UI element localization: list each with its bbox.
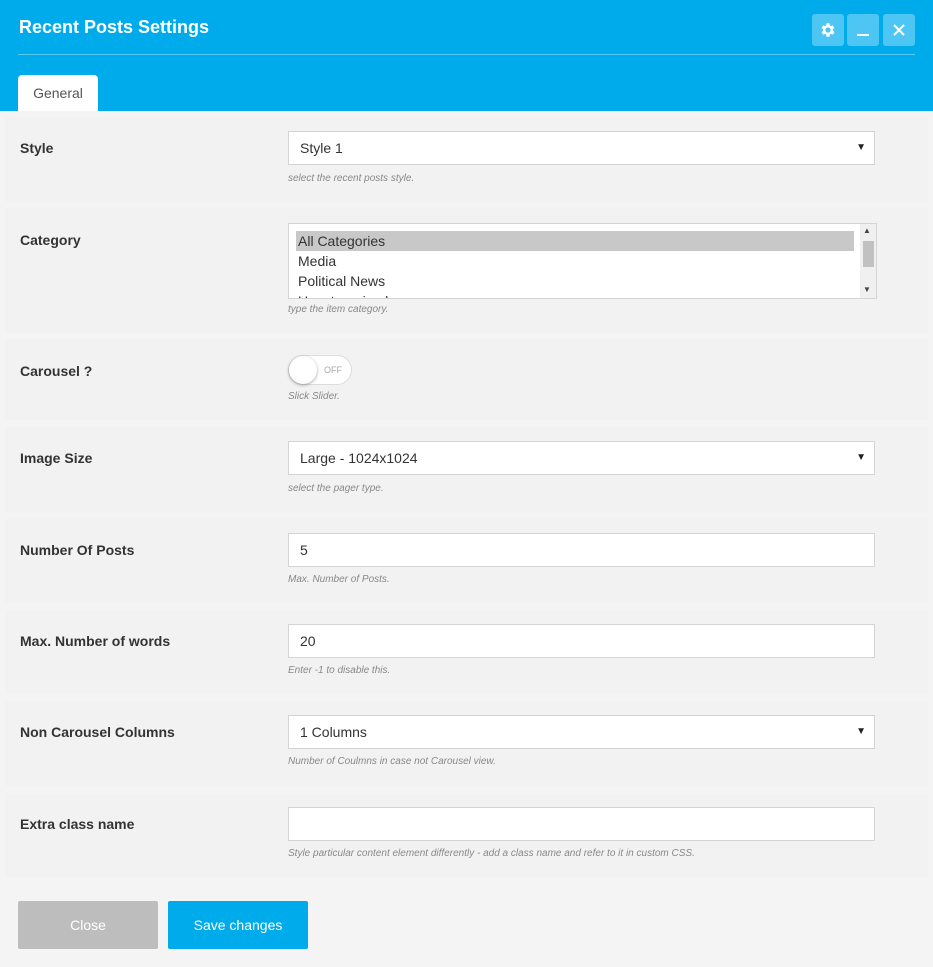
dialog-header: Recent Posts Settings General xyxy=(0,0,933,111)
toggle-state: OFF xyxy=(324,365,342,375)
close-button[interactable]: Close xyxy=(18,901,158,949)
category-option[interactable]: Political News xyxy=(296,271,854,291)
form-row-carousel: Carousel ? OFF Slick Slider. xyxy=(5,339,928,420)
chevron-down-icon: ▼ xyxy=(856,726,866,737)
carousel-label: Carousel ? xyxy=(20,363,93,379)
form-row-non-carousel-columns: Non Carousel Columns 1 Columns ▼ Number … xyxy=(5,701,928,786)
category-scrollbar[interactable]: ▲ ▼ xyxy=(860,224,876,298)
header-divider xyxy=(18,54,915,55)
image-size-hint: select the pager type. xyxy=(288,483,384,494)
category-option[interactable]: Uncategorized xyxy=(296,291,854,298)
category-option[interactable]: Media xyxy=(296,251,854,271)
extra-class-input[interactable] xyxy=(288,807,875,841)
carousel-toggle[interactable]: OFF xyxy=(288,355,352,385)
form-row-extra-class: Extra class name Style particular conten… xyxy=(5,793,928,877)
form-row-number-of-posts: Number Of Posts 5 Max. Number of Posts. xyxy=(5,519,928,603)
non-carousel-columns-label: Non Carousel Columns xyxy=(20,724,175,740)
scrollbar-thumb[interactable] xyxy=(863,241,874,267)
toggle-knob xyxy=(289,356,317,384)
number-of-posts-label: Number Of Posts xyxy=(20,542,135,558)
extra-class-hint: Style particular content element differe… xyxy=(288,848,695,859)
style-select-value: Style 1 xyxy=(300,140,343,156)
number-of-posts-hint: Max. Number of Posts. xyxy=(288,574,390,585)
minimize-icon xyxy=(857,34,869,36)
category-label: Category xyxy=(20,232,81,248)
number-of-posts-input[interactable]: 5 xyxy=(288,533,875,567)
close-icon xyxy=(893,24,905,36)
scroll-down-icon[interactable]: ▼ xyxy=(863,286,871,294)
category-option[interactable]: All Categories xyxy=(296,231,854,251)
non-carousel-columns-select[interactable]: 1 Columns ▼ xyxy=(288,715,875,749)
form-row-image-size: Image Size Large - 1024x1024 ▼ select th… xyxy=(5,427,928,512)
category-hint: type the item category. xyxy=(288,304,389,315)
style-select[interactable]: Style 1 ▼ xyxy=(288,131,875,165)
category-listbox[interactable]: All Categories Media Political News Unca… xyxy=(288,223,877,299)
chevron-down-icon: ▼ xyxy=(856,452,866,463)
tab-general[interactable]: General xyxy=(18,75,98,111)
max-words-label: Max. Number of words xyxy=(20,633,171,649)
style-label: Style xyxy=(20,140,54,156)
image-size-select[interactable]: Large - 1024x1024 ▼ xyxy=(288,441,875,475)
max-words-hint: Enter -1 to disable this. xyxy=(288,665,391,676)
non-carousel-columns-hint: Number of Coulmns in case not Carousel v… xyxy=(288,756,496,767)
scroll-up-icon[interactable]: ▲ xyxy=(863,227,871,235)
extra-class-label: Extra class name xyxy=(20,816,135,832)
form-row-category: Category All Categories Media Political … xyxy=(5,208,928,333)
minimize-button[interactable] xyxy=(847,14,879,46)
dialog-footer: Close Save changes xyxy=(0,883,933,967)
max-words-input[interactable]: 20 xyxy=(288,624,875,658)
form-row-max-words: Max. Number of words 20 Enter -1 to disa… xyxy=(5,610,928,694)
style-hint: select the recent posts style. xyxy=(288,173,415,184)
form-row-style: Style Style 1 ▼ select the recent posts … xyxy=(5,117,928,202)
settings-button[interactable] xyxy=(812,14,844,46)
gear-icon xyxy=(821,23,835,37)
close-window-button[interactable] xyxy=(883,14,915,46)
image-size-label: Image Size xyxy=(20,450,93,466)
chevron-down-icon: ▼ xyxy=(856,142,866,153)
dialog-title: Recent Posts Settings xyxy=(19,17,210,37)
image-size-select-value: Large - 1024x1024 xyxy=(300,450,418,466)
save-changes-button[interactable]: Save changes xyxy=(168,901,308,949)
non-carousel-columns-select-value: 1 Columns xyxy=(300,724,367,740)
carousel-hint: Slick Slider. xyxy=(288,391,340,402)
